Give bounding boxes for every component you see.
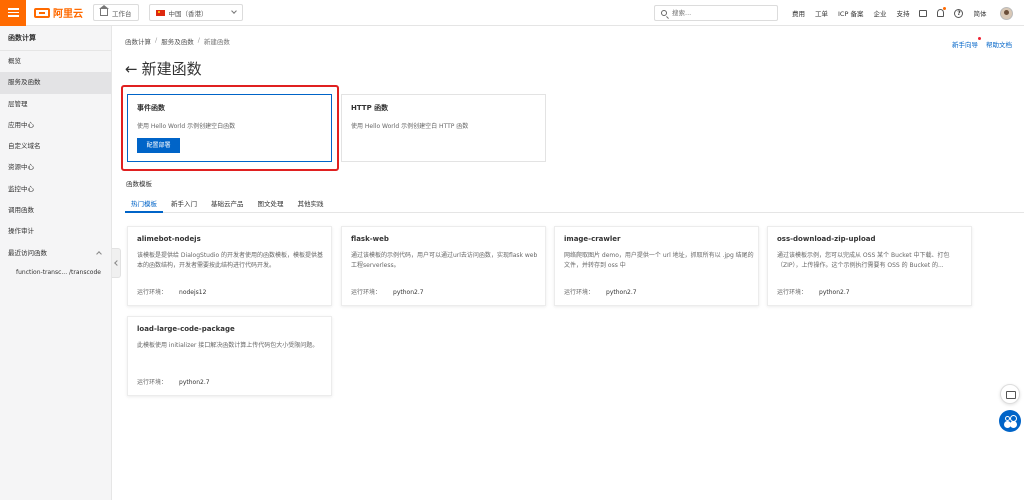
sidebar-item-resource-center[interactable]: 资源中心 (0, 157, 111, 178)
apps-grid-icon[interactable] (999, 410, 1021, 432)
breadcrumb-function-compute[interactable]: 函数计算 (125, 36, 151, 46)
help-links: 新手向导 帮助文档 (952, 37, 1012, 49)
top-link-support[interactable]: 支持 (896, 8, 909, 18)
http-function-desc: 使用 Hello World 示例创建空白 HTTP 函数 (351, 123, 469, 130)
breadcrumb: 函数计算 / 服务及函数 / 新建函数 (125, 36, 230, 46)
beginner-guide-link[interactable]: 新手向导 (952, 37, 981, 49)
sidebar: 函数计算 概览 服务及函数 层管理 应用中心 自定义域名 资源中心 监控中心 调… (0, 26, 112, 500)
template-name: alimebot-nodejs (137, 235, 201, 243)
http-function-card[interactable]: HTTP 函数 使用 Hello World 示例创建空白 HTTP 函数 (341, 94, 546, 162)
back-arrow-icon[interactable]: ← (125, 60, 138, 78)
tab-beginner[interactable]: 新手入门 (165, 197, 203, 212)
template-card-oss-download-zip[interactable]: oss-download-zip-upload 通过该模板示例，您可以完成从 O… (767, 226, 972, 306)
template-name: load-large-code-package (137, 325, 235, 333)
breadcrumb-current: 新建函数 (203, 38, 230, 46)
language-switch[interactable]: 简体 (973, 8, 986, 18)
chevron-down-icon (230, 8, 237, 14)
help-icon[interactable]: ? (954, 8, 964, 18)
templates-section-label: 函数模板 (126, 180, 152, 188)
page-title: 新建函数 (141, 60, 202, 78)
aliyun-logo[interactable]: 阿里云 (34, 0, 83, 26)
top-link-enterprise[interactable]: 企业 (873, 8, 886, 18)
sidebar-item-recent[interactable]: 最近访问函数 (0, 243, 111, 264)
aliyun-logo-icon (34, 7, 50, 18)
bell-icon[interactable] (937, 7, 947, 17)
event-function-title: 事件函数 (137, 104, 165, 112)
region-selector[interactable]: 中国（香港） (148, 4, 243, 21)
sidebar-recent-function[interactable]: function-transc... /transcode (0, 264, 111, 282)
template-desc: 通过该模板示例，您可以完成从 OSS 某个 Bucket 中下载、打包（ZIP）… (777, 252, 950, 269)
sidebar-item-audit[interactable]: 操作审计 (0, 221, 111, 242)
china-flag-icon (155, 9, 165, 16)
template-runtime: 运行环境： python2.7 (564, 289, 637, 296)
template-tabs: 热门模板 新手入门 基础云产品 图文处理 其他实践 (125, 197, 1024, 213)
tab-basic-cloud[interactable]: 基础云产品 (205, 197, 250, 212)
chevron-up-icon[interactable] (96, 250, 102, 257)
search-icon (661, 10, 667, 16)
sidebar-item-custom-domain[interactable]: 自定义域名 (0, 136, 111, 157)
top-link-billing[interactable]: 费用 (792, 8, 805, 18)
template-desc: 此模板使用 initializer 接口解决函数计算上传代码包大小受限问题。 (137, 342, 319, 349)
template-desc: 通过该模板的示例代码，用户可以通过url去访问函数，实现flask web工程s… (351, 252, 538, 269)
template-runtime: 运行环境： nodejs12 (137, 289, 207, 296)
sidebar-collapse-handle[interactable] (112, 248, 121, 278)
sidebar-item-app-center[interactable]: 应用中心 (0, 115, 111, 136)
template-runtime: 运行环境： python2.7 (137, 379, 210, 386)
template-card-load-large-code[interactable]: load-large-code-package 此模板使用 initialize… (127, 316, 332, 396)
home-icon (99, 5, 109, 16)
template-card-alimebot[interactable]: alimebot-nodejs 该模板是提供给 DialogStudio 的开发… (127, 226, 332, 306)
tab-other[interactable]: 其他实践 (292, 197, 330, 212)
template-name: oss-download-zip-upload (777, 235, 876, 243)
top-links: 费用 工单 ICP 备案 企业 支持 ? 简体 (792, 0, 1014, 26)
breadcrumb-services[interactable]: 服务及函数 (161, 36, 194, 46)
sidebar-item-layers[interactable]: 层管理 (0, 94, 111, 115)
main-content: 函数计算 / 服务及函数 / 新建函数 新手向导 帮助文档 ← 新建函数 事件函… (121, 26, 1024, 500)
chat-feedback-icon[interactable] (1000, 384, 1020, 404)
tab-popular[interactable]: 热门模板 (125, 197, 163, 213)
template-name: image-crawler (564, 235, 621, 243)
workbench-button[interactable]: 工作台 (93, 4, 139, 21)
event-function-card[interactable]: 事件函数 使用 Hello World 示例创建空白函数 配置部署 (127, 94, 332, 162)
template-desc: 该模板是提供给 DialogStudio 的开发者使用的函数模板，模板提供基本的… (137, 252, 324, 269)
template-name: flask-web (351, 235, 389, 243)
top-link-icp[interactable]: ICP 备案 (838, 8, 863, 18)
sidebar-item-recent-label: 最近访问函数 (8, 248, 47, 257)
screen-icon[interactable] (919, 9, 928, 17)
hamburger-menu-icon[interactable] (0, 0, 26, 26)
help-docs-link[interactable]: 帮助文档 (986, 39, 1012, 49)
configure-deploy-button[interactable]: 配置部署 (137, 138, 180, 153)
sidebar-title: 函数计算 (0, 26, 111, 51)
template-runtime: 运行环境： python2.7 (777, 289, 850, 296)
sidebar-item-invoke[interactable]: 调用函数 (0, 200, 111, 221)
http-function-title: HTTP 函数 (351, 104, 389, 112)
sidebar-item-monitoring[interactable]: 监控中心 (0, 179, 111, 200)
top-link-ticket[interactable]: 工单 (815, 8, 828, 18)
template-card-flask-web[interactable]: flask-web 通过该模板的示例代码，用户可以通过url去访问函数，实现fl… (341, 226, 546, 306)
tab-image-processing[interactable]: 图文处理 (252, 197, 290, 212)
template-card-image-crawler[interactable]: image-crawler 网络爬取图片 demo，用户提供一个 url 地址，… (554, 226, 759, 306)
search-input[interactable] (672, 9, 762, 17)
page-header: ← 新建函数 (125, 58, 202, 79)
sidebar-item-services-functions[interactable]: 服务及函数 (0, 72, 111, 94)
event-function-desc: 使用 Hello World 示例创建空白函数 (137, 123, 236, 130)
avatar[interactable] (1000, 6, 1014, 20)
global-search[interactable] (654, 5, 778, 21)
template-runtime: 运行环境： python2.7 (351, 289, 424, 296)
sidebar-item-overview[interactable]: 概览 (0, 51, 111, 72)
template-desc: 网络爬取图片 demo，用户提供一个 url 地址，抓取所有以 .jpg 结尾的… (564, 252, 754, 269)
